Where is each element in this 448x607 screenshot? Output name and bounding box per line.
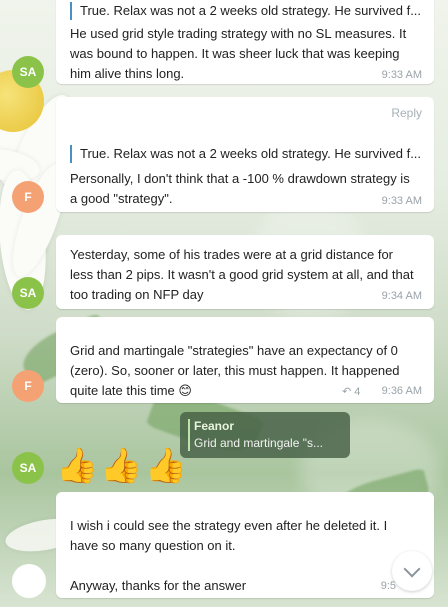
- quoted-message[interactable]: True. Relax was not a 2 weeks old strate…: [70, 2, 420, 20]
- message-bubble[interactable]: Grid and martingale "strategies" have an…: [56, 317, 434, 403]
- message-line: was bound to happen. It was sheer luck t…: [70, 46, 400, 61]
- message-text: I wish i could see the strategy even aft…: [70, 516, 420, 596]
- reply-preview[interactable]: Feanor Grid and martingale "s...: [180, 412, 350, 458]
- avatar[interactable]: SA: [12, 452, 44, 484]
- message-line: him alive thins long.: [70, 66, 185, 81]
- message-text: He used grid style trading strategy with…: [70, 24, 420, 84]
- message-line: Personally, I don't think that a -100 % …: [70, 171, 410, 186]
- message-line: (zero). So, sooner or later, this must h…: [70, 363, 400, 378]
- avatar[interactable]: F: [12, 370, 44, 402]
- message-line: He used grid style trading strategy with…: [70, 26, 407, 41]
- message-text: Grid and martingale "strategies" have an…: [70, 341, 420, 401]
- message-line: [70, 556, 420, 576]
- message-line: Yesterday, some of his trades were at a …: [70, 247, 394, 262]
- message-time: 9:34 AM: [381, 290, 422, 302]
- message-bubble[interactable]: Yesterday, some of his trades were at a …: [56, 235, 434, 309]
- message-line: I wish i could see the strategy even aft…: [70, 518, 388, 533]
- views-count: 4: [354, 386, 361, 398]
- message-text: Personally, I don't think that a -100 % …: [70, 169, 420, 209]
- avatar[interactable]: [12, 564, 46, 598]
- message-time: 9:5: [380, 580, 396, 592]
- scroll-down-button[interactable]: [392, 551, 432, 591]
- avatar[interactable]: SA: [12, 56, 44, 88]
- message-line: Grid and martingale "strategies" have an…: [70, 343, 398, 358]
- message-text: Yesterday, some of his trades were at a …: [70, 245, 420, 305]
- emoji-message[interactable]: 👍👍👍: [56, 444, 189, 488]
- message-line: too trading on NFP day: [70, 287, 204, 302]
- reply-button[interactable]: Reply: [391, 106, 422, 120]
- avatar[interactable]: F: [12, 181, 44, 213]
- message-bubble[interactable]: Reply True. Relax was not a 2 weeks old …: [56, 97, 434, 212]
- message-line: Anyway, thanks for the answer: [70, 578, 247, 593]
- share-icon: ↶: [342, 386, 352, 398]
- reply-text: Grid and martingale "s...: [194, 436, 323, 450]
- chevron-down-icon: [403, 560, 421, 577]
- message-time: 9:33 AM: [381, 69, 422, 81]
- message-bubble[interactable]: True. Relax was not a 2 weeks old strate…: [56, 0, 434, 84]
- avatar[interactable]: SA: [12, 277, 44, 309]
- message-line: quite late this time 😊: [70, 383, 192, 398]
- message-line: less than 2 pips. It wasn't a good grid …: [70, 267, 414, 282]
- message-line: a good "strategy".: [70, 191, 173, 206]
- views-counter: ↶ 4: [342, 385, 360, 398]
- message-time: 9:36 AM: [381, 385, 422, 397]
- quoted-message[interactable]: True. Relax was not a 2 weeks old strate…: [70, 145, 420, 163]
- message-time: 9:33 AM: [381, 195, 422, 207]
- message-line: have so many question on it.: [70, 538, 236, 553]
- message-bubble[interactable]: I wish i could see the strategy even aft…: [56, 492, 434, 598]
- reply-author: Feanor: [194, 419, 235, 433]
